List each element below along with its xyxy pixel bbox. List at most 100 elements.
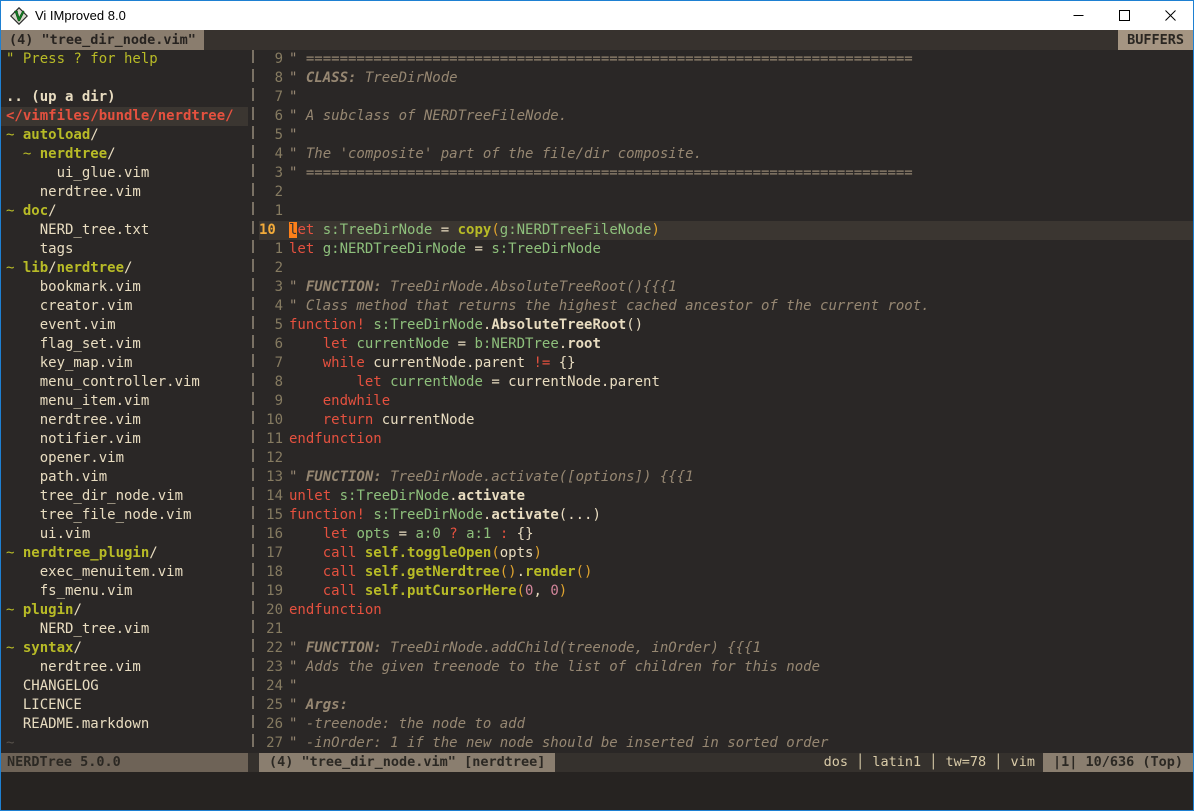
tree-row[interactable]: tree_file_node.vim: [1, 506, 248, 525]
code-row[interactable]: 23" Adds the given treenode to the list …: [259, 658, 1193, 677]
tree-row[interactable]: nerdtree.vim: [1, 658, 248, 677]
code-row[interactable]: 25" Args:: [259, 696, 1193, 715]
code-row[interactable]: 10let s:TreeDirNode = copy(g:NERDTreeFil…: [259, 221, 1193, 240]
tree-row[interactable]: nerdtree.vim: [1, 411, 248, 430]
status-options: dos │ latin1 │ tw=78 │ vim: [824, 753, 1043, 772]
code-row[interactable]: 27" -inOrder: 1 if the new node should b…: [259, 734, 1193, 753]
code-row[interactable]: 14unlet s:TreeDirNode.activate: [259, 487, 1193, 506]
code-row[interactable]: 11endfunction: [259, 430, 1193, 449]
code-row[interactable]: 15function! s:TreeDirNode.activate(...): [259, 506, 1193, 525]
code-row[interactable]: 2: [259, 259, 1193, 278]
code-row[interactable]: 17 call self.toggleOpen(opts): [259, 544, 1193, 563]
line-number: 6: [259, 107, 283, 126]
tree-row[interactable]: ~ plugin/: [1, 601, 248, 620]
line-number: 5: [259, 126, 283, 145]
tree-row[interactable]: NERD_tree.vim: [1, 620, 248, 639]
code-row[interactable]: 21: [259, 620, 1193, 639]
tab-tree-dir-node[interactable]: (4) "tree_dir_node.vim": [1, 30, 204, 50]
line-number: 17: [259, 544, 283, 563]
line-number: 11: [259, 430, 283, 449]
tree-row[interactable]: key_map.vim: [1, 354, 248, 373]
code-row[interactable]: 8 let currentNode = currentNode.parent: [259, 373, 1193, 392]
editor-pane[interactable]: 9" =====================================…: [259, 50, 1193, 753]
tree-row[interactable]: flag_set.vim: [1, 335, 248, 354]
minimize-button[interactable]: [1055, 1, 1101, 30]
code-row[interactable]: 1let g:NERDTreeDirNode = s:TreeDirNode: [259, 240, 1193, 259]
tree-row[interactable]: fs_menu.vim: [1, 582, 248, 601]
line-number: 15: [259, 506, 283, 525]
maximize-button[interactable]: [1101, 1, 1147, 30]
code-row[interactable]: 13" FUNCTION: TreeDirNode.activate([opti…: [259, 468, 1193, 487]
code-row[interactable]: 9" =====================================…: [259, 50, 1193, 69]
code-row[interactable]: 4" Class method that returns the highest…: [259, 297, 1193, 316]
line-number: 16: [259, 525, 283, 544]
statusline-file-info: (4) "tree_dir_node.vim" [nerdtree]: [259, 753, 555, 772]
tree-row[interactable]: ~ autoload/: [1, 126, 248, 145]
tree-row[interactable]: opener.vim: [1, 449, 248, 468]
line-number: 7: [259, 354, 283, 373]
code-row[interactable]: 26" -treenode: the node to add: [259, 715, 1193, 734]
tree-row[interactable]: [1, 69, 248, 88]
code-row[interactable]: 20endfunction: [259, 601, 1193, 620]
code-row[interactable]: 5": [259, 126, 1193, 145]
code-row[interactable]: 19 call self.putCursorHere(0, 0): [259, 582, 1193, 601]
tree-row[interactable]: CHANGELOG: [1, 677, 248, 696]
code-row[interactable]: 1: [259, 202, 1193, 221]
code-row[interactable]: 4" The 'composite' part of the file/dir …: [259, 145, 1193, 164]
line-number: 12: [259, 449, 283, 468]
tree-row[interactable]: ~: [1, 734, 248, 753]
tree-row[interactable]: ~ doc/: [1, 202, 248, 221]
code-row[interactable]: 8" CLASS: TreeDirNode: [259, 69, 1193, 88]
tree-row[interactable]: nerdtree.vim: [1, 183, 248, 202]
tree-row[interactable]: notifier.vim: [1, 430, 248, 449]
code-row[interactable]: 7 while currentNode.parent != {}: [259, 354, 1193, 373]
code-row[interactable]: 10 return currentNode: [259, 411, 1193, 430]
tree-row[interactable]: menu_controller.vim: [1, 373, 248, 392]
code-row[interactable]: 22" FUNCTION: TreeDirNode.addChild(treen…: [259, 639, 1193, 658]
tree-row[interactable]: ~ nerdtree_plugin/: [1, 544, 248, 563]
nerdtree-panel[interactable]: " Press ? for help .. (up a dir)</vimfile…: [1, 50, 248, 753]
tree-row[interactable]: ~ lib/nerdtree/: [1, 259, 248, 278]
code-row[interactable]: 18 call self.getNerdtree().render(): [259, 563, 1193, 582]
tree-row[interactable]: ~ nerdtree/: [1, 145, 248, 164]
code-row[interactable]: 6" A subclass of NERDTreeFileNode.: [259, 107, 1193, 126]
line-number: 7: [259, 88, 283, 107]
tree-row[interactable]: README.markdown: [1, 715, 248, 734]
line-number: 14: [259, 487, 283, 506]
code-row[interactable]: 6 let currentNode = b:NERDTree.root: [259, 335, 1193, 354]
code-row[interactable]: 2: [259, 183, 1193, 202]
code-row[interactable]: 3" FUNCTION: TreeDirNode.AbsoluteTreeRoo…: [259, 278, 1193, 297]
code-row[interactable]: 24": [259, 677, 1193, 696]
tree-row[interactable]: ui_glue.vim: [1, 164, 248, 183]
line-number: 9: [259, 50, 283, 69]
tree-row[interactable]: bookmark.vim: [1, 278, 248, 297]
tree-row[interactable]: NERD_tree.txt: [1, 221, 248, 240]
tree-row[interactable]: .. (up a dir): [1, 88, 248, 107]
tree-row[interactable]: menu_item.vim: [1, 392, 248, 411]
tree-row[interactable]: path.vim: [1, 468, 248, 487]
statusline-position: |1| 10/636 (Top): [1043, 753, 1193, 772]
window-separator[interactable]: [248, 50, 259, 753]
code-row[interactable]: 3" =====================================…: [259, 164, 1193, 183]
vim-window: Vi IMproved 8.0 (4) "tree_dir_node.vim" …: [0, 0, 1194, 811]
code-row[interactable]: 7": [259, 88, 1193, 107]
tree-row[interactable]: ui.vim: [1, 525, 248, 544]
line-number: 2: [259, 183, 283, 202]
close-button[interactable]: [1147, 1, 1193, 30]
code-row[interactable]: 16 let opts = a:0 ? a:1 : {}: [259, 525, 1193, 544]
code-row[interactable]: 12: [259, 449, 1193, 468]
line-number: 6: [259, 335, 283, 354]
tree-row[interactable]: tags: [1, 240, 248, 259]
tree-row[interactable]: LICENCE: [1, 696, 248, 715]
tree-row[interactable]: tree_dir_node.vim: [1, 487, 248, 506]
line-number: 27: [259, 734, 283, 753]
line-number: 1: [259, 202, 283, 221]
code-row[interactable]: 5function! s:TreeDirNode.AbsoluteTreeRoo…: [259, 316, 1193, 335]
tree-row[interactable]: </vimfiles/bundle/nerdtree/: [1, 107, 248, 126]
tree-row[interactable]: " Press ? for help: [1, 50, 248, 69]
tree-row[interactable]: creator.vim: [1, 297, 248, 316]
tree-row[interactable]: exec_menuitem.vim: [1, 563, 248, 582]
tree-row[interactable]: event.vim: [1, 316, 248, 335]
tree-row[interactable]: ~ syntax/: [1, 639, 248, 658]
code-row[interactable]: 9 endwhile: [259, 392, 1193, 411]
